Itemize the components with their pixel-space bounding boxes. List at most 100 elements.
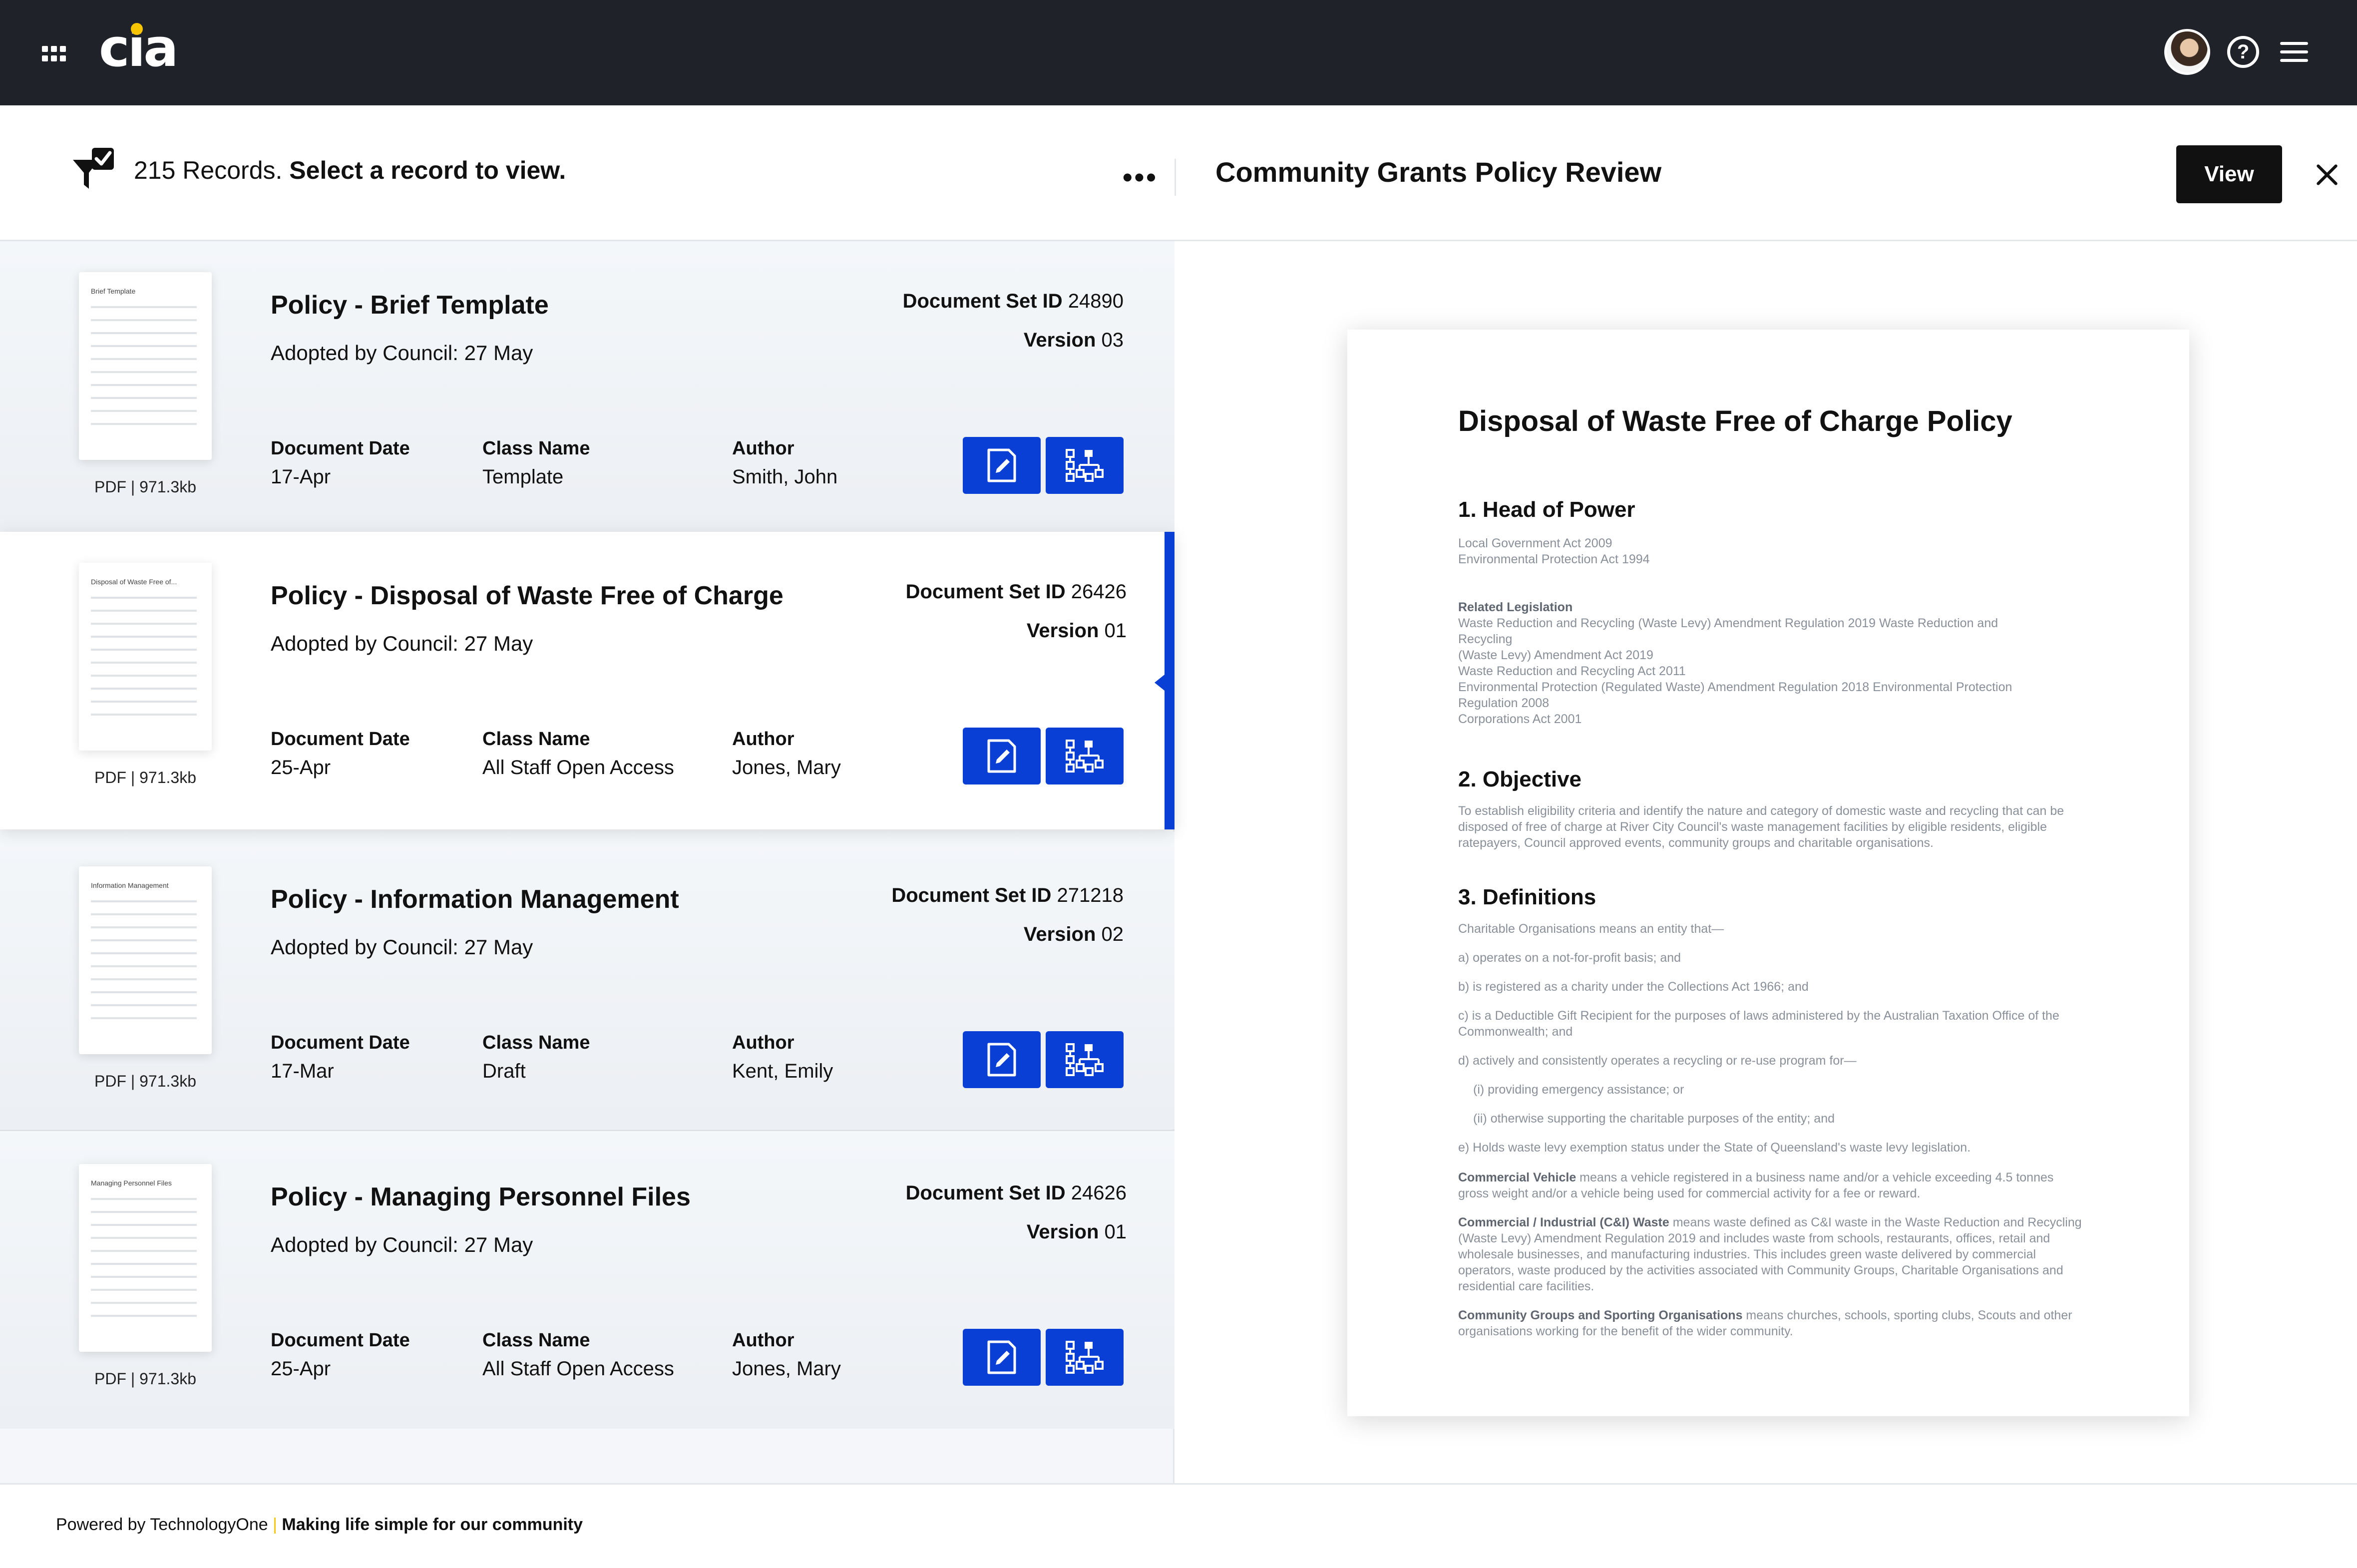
edit-document-button[interactable] [963,728,1041,784]
definition-community-groups: Community Groups and Sporting Organisati… [1458,1308,2072,1338]
top-navigation-bar [0,0,2357,105]
document-date-value: 25-Apr [271,1358,331,1380]
definition-item: d) actively and consistently operates a … [1458,1054,1857,1068]
definition-item: b) is registered as a charity under the … [1458,980,1809,994]
adopted-text: Adopted by Council: 27 May [271,1233,533,1256]
user-avatar[interactable] [2164,29,2210,75]
close-icon[interactable] [2315,163,2339,187]
document-date-value: 25-Apr [271,757,331,779]
workflow-button[interactable] [1046,1329,1124,1386]
document-date-label: Document Date [271,438,410,459]
record-card-selected[interactable]: Disposal of Waste Free of... PDF | 971.3… [0,532,1175,829]
records-list: Brief Template PDF | 971.3kb Policy - Br… [0,241,1175,1483]
document-thumbnail[interactable]: Disposal of Waste Free of... [79,563,212,751]
class-name-label: Class Name [482,1032,590,1053]
record-card[interactable]: Brief Template PDF | 971.3kb Policy - Br… [0,241,1175,539]
document-preview[interactable]: Disposal of Waste Free of Charge Policy … [1347,330,2189,1416]
section-heading: 2. Objective [1458,767,1582,791]
selected-indicator [1165,532,1175,829]
edit-document-button[interactable] [963,1031,1041,1088]
edit-document-button[interactable] [963,1329,1041,1386]
class-name-value: All Staff Open Access [482,757,674,779]
edit-document-icon [987,1340,1016,1374]
class-name-value: All Staff Open Access [482,1358,674,1380]
document-thumbnail[interactable]: Managing Personnel Files [79,1164,212,1352]
thumbnail-lines [91,306,197,436]
logo-accent-dot [131,23,143,35]
file-info: PDF | 971.3kb [94,769,196,786]
edit-document-icon [987,1043,1016,1077]
thumbnail-title: Disposal of Waste Free of... [91,578,177,586]
view-button[interactable]: View [2176,145,2282,203]
apps-grid-icon[interactable] [42,46,66,62]
author-label: Author [732,1330,794,1351]
author-label: Author [732,1032,794,1053]
records-summary: 215 Records. Select a record to view. [134,156,566,185]
edit-document-button[interactable] [963,437,1041,494]
definition-subitem: (i) providing emergency assistance; or [1473,1083,1684,1097]
class-name-value: Draft [482,1060,526,1082]
document-set-id: Document Set ID 26426 [905,581,1127,603]
more-options-button[interactable]: ••• [1123,163,1158,191]
powered-by: Powered by TechnologyOne [56,1515,268,1534]
thumbnail-lines [91,1198,197,1328]
author-value: Kent, Emily [732,1060,833,1082]
definition-ci-waste: Commercial / Industrial (C&I) Waste mean… [1458,1215,2082,1293]
version: Version 02 [1023,923,1124,945]
author-label: Author [732,729,794,750]
definition-item: e) Holds waste levy exemption status und… [1458,1141,1971,1155]
help-icon[interactable]: ? [2227,36,2259,68]
toolbar-divider [1175,159,1176,196]
workflow-button[interactable] [1046,437,1124,494]
document-date-label: Document Date [271,1032,410,1053]
workflow-icon [1066,740,1104,773]
record-title[interactable]: Policy - Information Management [271,884,679,914]
definition-commercial-vehicle: Commercial Vehicle means a vehicle regis… [1458,1171,2054,1200]
document-set-id: Document Set ID 24890 [902,290,1124,312]
document-thumbnail[interactable]: Information Management [79,866,212,1054]
records-prompt: Select a record to view. [289,156,566,184]
record-title[interactable]: Policy - Managing Personnel Files [271,1182,691,1212]
workflow-button[interactable] [1046,728,1124,784]
document-date-label: Document Date [271,1330,410,1351]
definition-item: c) is a Deductible Gift Recipient for th… [1458,1009,2059,1039]
record-title[interactable]: Policy - Brief Template [271,290,549,320]
thumbnail-title: Managing Personnel Files [91,1179,172,1187]
workflow-icon [1066,449,1104,482]
document-thumbnail[interactable]: Brief Template [79,272,212,460]
record-card[interactable]: Information Management PDF | 971.3kb Pol… [0,831,1175,1129]
author-value: Jones, Mary [732,757,841,779]
definition-intro: Charitable Organisations means an entity… [1458,922,1724,936]
section-heading: 3. Definitions [1458,885,1596,909]
class-name-label: Class Name [482,438,590,459]
record-card[interactable]: Managing Personnel Files PDF | 971.3kb P… [0,1131,1175,1429]
author-value: Jones, Mary [732,1358,841,1380]
edit-document-icon [987,448,1016,482]
class-name-label: Class Name [482,729,590,750]
class-name-value: Template [482,466,564,488]
file-info: PDF | 971.3kb [94,1370,196,1388]
definition-item: a) operates on a not-for-profit basis; a… [1458,951,1681,965]
footer-text: Powered by TechnologyOne | Making life s… [56,1515,583,1535]
adopted-text: Adopted by Council: 27 May [271,935,533,959]
version: Version 01 [1026,1221,1127,1243]
file-info: PDF | 971.3kb [94,1072,196,1090]
document-date-value: 17-Apr [271,466,331,488]
version: Version 03 [1023,329,1124,351]
footer-tagline: Making life simple for our community [282,1515,583,1534]
hamburger-menu-icon[interactable] [2280,42,2308,62]
selected-pointer [1155,675,1165,691]
document-set-id: Document Set ID 24626 [905,1182,1127,1204]
thumbnail-lines [91,900,197,1030]
filter-icon[interactable] [70,145,118,193]
records-count: 215 Records. [134,156,283,184]
edit-document-icon [987,739,1016,773]
section-heading: 1. Head of Power [1458,497,1635,522]
record-title[interactable]: Policy - Disposal of Waste Free of Charg… [271,581,784,611]
workflow-button[interactable] [1046,1031,1124,1088]
section-text: To establish eligibility criteria and id… [1458,804,2064,850]
thumbnail-lines [91,597,197,727]
author-label: Author [732,438,794,459]
document-date-value: 17-Mar [271,1060,334,1082]
definition-subitem: (ii) otherwise supporting the charitable… [1473,1112,1835,1126]
